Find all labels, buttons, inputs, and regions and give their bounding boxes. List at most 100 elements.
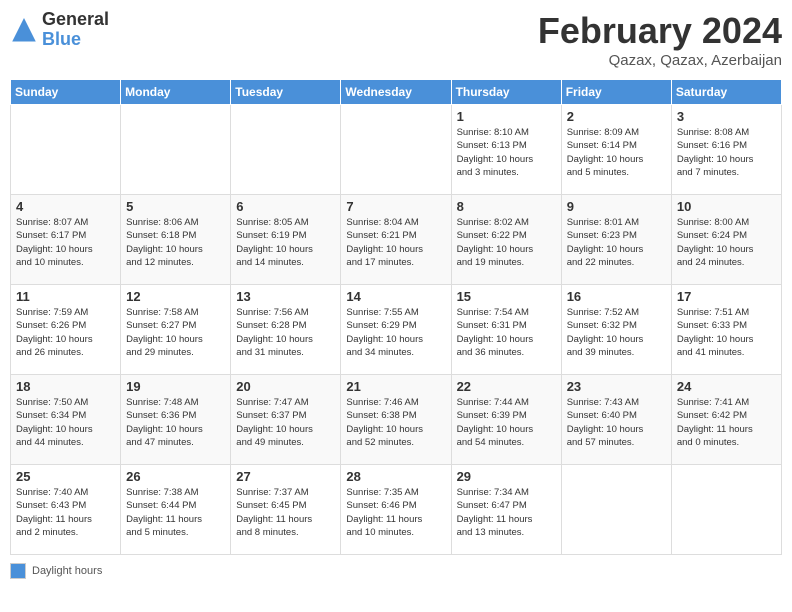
col-header-sunday: Sunday xyxy=(11,80,121,105)
col-header-friday: Friday xyxy=(561,80,671,105)
location-subtitle: Qazax, Qazax, Azerbaijan xyxy=(538,52,782,69)
day-number: 6 xyxy=(236,199,335,214)
col-header-tuesday: Tuesday xyxy=(231,80,341,105)
day-info: Sunrise: 7:40 AM Sunset: 6:43 PM Dayligh… xyxy=(16,486,115,539)
day-info: Sunrise: 8:06 AM Sunset: 6:18 PM Dayligh… xyxy=(126,216,225,269)
calendar-cell xyxy=(561,465,671,555)
day-info: Sunrise: 7:43 AM Sunset: 6:40 PM Dayligh… xyxy=(567,396,666,449)
calendar-week-row: 4 Sunrise: 8:07 AM Sunset: 6:17 PM Daylig… xyxy=(11,195,782,285)
logo-icon xyxy=(10,16,38,44)
calendar-cell: 26Sunrise: 7:38 AM Sunset: 6:44 PM Dayli… xyxy=(121,465,231,555)
calendar-cell: 3Sunrise: 8:08 AM Sunset: 6:16 PM Daylig… xyxy=(671,105,781,195)
day-number: 15 xyxy=(457,289,556,304)
calendar-week-row: 25Sunrise: 7:40 AM Sunset: 6:43 PM Dayli… xyxy=(11,465,782,555)
calendar-cell: 21 Sunrise: 7:46 AM Sunset: 6:38 PM Dayli… xyxy=(341,375,451,465)
legend-box xyxy=(10,563,26,579)
day-number: 10 xyxy=(677,199,776,214)
day-number: 17 xyxy=(677,289,776,304)
day-info: Sunrise: 8:04 AM Sunset: 6:21 PM Dayligh… xyxy=(346,216,445,269)
day-number: 9 xyxy=(567,199,666,214)
logo-blue-text: Blue xyxy=(42,30,109,50)
calendar-cell: 16 Sunrise: 7:52 AM Sunset: 6:32 PM Dayli… xyxy=(561,285,671,375)
calendar-week-row: 11Sunrise: 7:59 AM Sunset: 6:26 PM Dayli… xyxy=(11,285,782,375)
calendar-cell: 29 Sunrise: 7:34 AM Sunset: 6:47 PM Dayli… xyxy=(451,465,561,555)
day-number: 2 xyxy=(567,109,666,124)
logo: General Blue xyxy=(10,10,109,50)
calendar-cell: 8 Sunrise: 8:02 AM Sunset: 6:22 PM Daylig… xyxy=(451,195,561,285)
calendar-cell: 6Sunrise: 8:05 AM Sunset: 6:19 PM Daylig… xyxy=(231,195,341,285)
month-year-title: February 2024 xyxy=(538,10,782,52)
calendar-cell: 4 Sunrise: 8:07 AM Sunset: 6:17 PM Daylig… xyxy=(11,195,121,285)
day-number: 27 xyxy=(236,469,335,484)
day-info: Sunrise: 8:02 AM Sunset: 6:22 PM Dayligh… xyxy=(457,216,556,269)
day-info: Sunrise: 7:34 AM Sunset: 6:47 PM Dayligh… xyxy=(457,486,556,539)
col-header-wednesday: Wednesday xyxy=(341,80,451,105)
calendar-cell xyxy=(671,465,781,555)
day-number: 8 xyxy=(457,199,556,214)
day-number: 4 xyxy=(16,199,115,214)
day-info: Sunrise: 8:07 AM Sunset: 6:17 PM Dayligh… xyxy=(16,216,115,269)
calendar-cell: 12Sunrise: 7:58 AM Sunset: 6:27 PM Dayli… xyxy=(121,285,231,375)
page-header: General Blue February 2024 Qazax, Qazax,… xyxy=(10,10,782,69)
day-number: 26 xyxy=(126,469,225,484)
calendar-cell: 15 Sunrise: 7:54 AM Sunset: 6:31 PM Dayli… xyxy=(451,285,561,375)
day-number: 13 xyxy=(236,289,335,304)
day-number: 22 xyxy=(457,379,556,394)
day-number: 19 xyxy=(126,379,225,394)
day-info: Sunrise: 7:59 AM Sunset: 6:26 PM Dayligh… xyxy=(16,306,115,359)
calendar-cell: 7 Sunrise: 8:04 AM Sunset: 6:21 PM Daylig… xyxy=(341,195,451,285)
calendar-table: SundayMondayTuesdayWednesdayThursdayFrid… xyxy=(10,79,782,555)
day-info: Sunrise: 7:48 AM Sunset: 6:36 PM Dayligh… xyxy=(126,396,225,449)
day-number: 5 xyxy=(126,199,225,214)
day-number: 28 xyxy=(346,469,445,484)
calendar-cell: 11Sunrise: 7:59 AM Sunset: 6:26 PM Dayli… xyxy=(11,285,121,375)
col-header-thursday: Thursday xyxy=(451,80,561,105)
calendar-cell: 14Sunrise: 7:55 AM Sunset: 6:29 PM Dayli… xyxy=(341,285,451,375)
calendar-cell: 22Sunrise: 7:44 AM Sunset: 6:39 PM Dayli… xyxy=(451,375,561,465)
calendar-cell: 10 Sunrise: 8:00 AM Sunset: 6:24 PM Dayli… xyxy=(671,195,781,285)
calendar-cell: 13Sunrise: 7:56 AM Sunset: 6:28 PM Dayli… xyxy=(231,285,341,375)
legend-label: Daylight hours xyxy=(32,565,102,577)
calendar-cell: 27 Sunrise: 7:37 AM Sunset: 6:45 PM Dayli… xyxy=(231,465,341,555)
day-number: 24 xyxy=(677,379,776,394)
day-info: Sunrise: 7:54 AM Sunset: 6:31 PM Dayligh… xyxy=(457,306,556,359)
calendar-cell: 17 Sunrise: 7:51 AM Sunset: 6:33 PM Dayli… xyxy=(671,285,781,375)
day-number: 7 xyxy=(346,199,445,214)
calendar-cell: 2Sunrise: 8:09 AM Sunset: 6:14 PM Daylig… xyxy=(561,105,671,195)
logo-text: General Blue xyxy=(42,10,109,50)
calendar-cell xyxy=(231,105,341,195)
day-number: 16 xyxy=(567,289,666,304)
calendar-cell: 5 Sunrise: 8:06 AM Sunset: 6:18 PM Daylig… xyxy=(121,195,231,285)
day-info: Sunrise: 7:52 AM Sunset: 6:32 PM Dayligh… xyxy=(567,306,666,359)
col-header-saturday: Saturday xyxy=(671,80,781,105)
day-number: 18 xyxy=(16,379,115,394)
calendar-cell xyxy=(11,105,121,195)
day-info: Sunrise: 7:51 AM Sunset: 6:33 PM Dayligh… xyxy=(677,306,776,359)
calendar-cell: 18 Sunrise: 7:50 AM Sunset: 6:34 PM Dayli… xyxy=(11,375,121,465)
calendar-cell xyxy=(121,105,231,195)
day-number: 29 xyxy=(457,469,556,484)
day-info: Sunrise: 8:00 AM Sunset: 6:24 PM Dayligh… xyxy=(677,216,776,269)
calendar-cell: 20Sunrise: 7:47 AM Sunset: 6:37 PM Dayli… xyxy=(231,375,341,465)
day-info: Sunrise: 7:41 AM Sunset: 6:42 PM Dayligh… xyxy=(677,396,776,449)
day-number: 3 xyxy=(677,109,776,124)
calendar-cell: 19 Sunrise: 7:48 AM Sunset: 6:36 PM Dayli… xyxy=(121,375,231,465)
day-info: Sunrise: 7:46 AM Sunset: 6:38 PM Dayligh… xyxy=(346,396,445,449)
day-info: Sunrise: 7:58 AM Sunset: 6:27 PM Dayligh… xyxy=(126,306,225,359)
calendar-cell xyxy=(341,105,451,195)
day-info: Sunrise: 7:35 AM Sunset: 6:46 PM Dayligh… xyxy=(346,486,445,539)
day-number: 21 xyxy=(346,379,445,394)
calendar-cell: 1Sunrise: 8:10 AM Sunset: 6:13 PM Daylig… xyxy=(451,105,561,195)
day-info: Sunrise: 7:37 AM Sunset: 6:45 PM Dayligh… xyxy=(236,486,335,539)
calendar-week-row: 1Sunrise: 8:10 AM Sunset: 6:13 PM Daylig… xyxy=(11,105,782,195)
logo-general-text: General xyxy=(42,10,109,30)
col-header-monday: Monday xyxy=(121,80,231,105)
day-info: Sunrise: 7:55 AM Sunset: 6:29 PM Dayligh… xyxy=(346,306,445,359)
day-info: Sunrise: 7:47 AM Sunset: 6:37 PM Dayligh… xyxy=(236,396,335,449)
day-info: Sunrise: 7:50 AM Sunset: 6:34 PM Dayligh… xyxy=(16,396,115,449)
calendar-week-row: 18 Sunrise: 7:50 AM Sunset: 6:34 PM Dayli… xyxy=(11,375,782,465)
calendar-cell: 28 Sunrise: 7:35 AM Sunset: 6:46 PM Dayli… xyxy=(341,465,451,555)
calendar-cell: 25Sunrise: 7:40 AM Sunset: 6:43 PM Dayli… xyxy=(11,465,121,555)
calendar-cell: 24 Sunrise: 7:41 AM Sunset: 6:42 PM Dayli… xyxy=(671,375,781,465)
calendar-cell: 9Sunrise: 8:01 AM Sunset: 6:23 PM Daylig… xyxy=(561,195,671,285)
